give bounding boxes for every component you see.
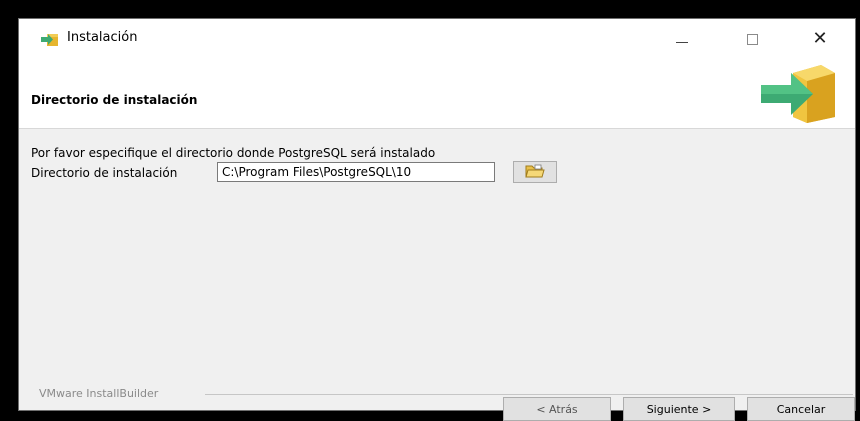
minimize-icon	[676, 41, 688, 43]
page-title: Directorio de instalación	[31, 93, 198, 107]
maximize-icon	[746, 33, 758, 45]
folder-open-icon	[525, 163, 545, 182]
close-icon: ✕	[812, 28, 828, 49]
window-title: Instalación	[67, 30, 138, 45]
title-bar[interactable]: Instalación ✕	[19, 19, 855, 57]
minimize-button[interactable]	[659, 25, 705, 53]
close-button[interactable]: ✕	[797, 25, 843, 53]
footer-brand: VMware InstallBuilder	[39, 387, 163, 400]
browse-button[interactable]	[513, 161, 557, 183]
back-button[interactable]: < Atrás	[503, 397, 611, 421]
installer-box-icon	[41, 31, 59, 47]
footer-divider	[205, 394, 853, 395]
instruction-text: Por favor especifique el directorio dond…	[31, 146, 436, 160]
page-header: Directorio de instalación	[19, 57, 855, 129]
box-arrow-icon	[759, 61, 837, 123]
maximize-button[interactable]	[729, 25, 775, 53]
installer-window: Instalación ✕ Directorio de instalación …	[18, 18, 856, 421]
directory-label: Directorio de instalación	[31, 166, 178, 180]
directory-input[interactable]	[217, 162, 495, 182]
cancel-button[interactable]: Cancelar	[747, 397, 855, 421]
next-button[interactable]: Siguiente >	[623, 397, 735, 421]
